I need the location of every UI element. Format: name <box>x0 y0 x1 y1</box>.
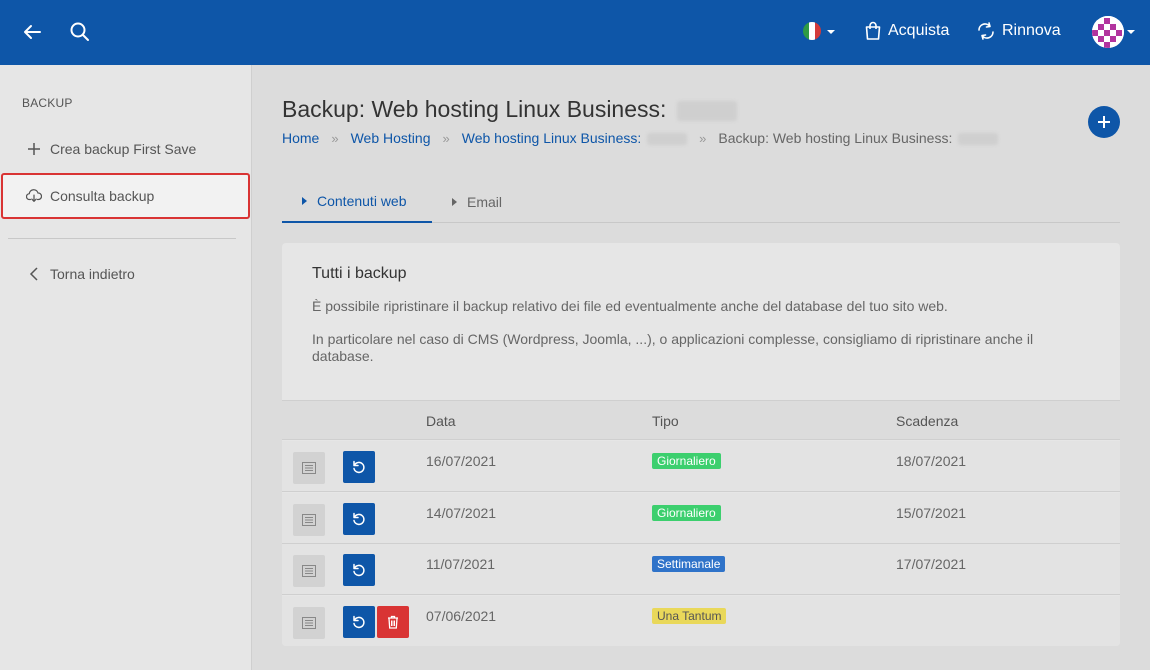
renew-label: Rinnova <box>1002 22 1061 39</box>
breadcrumb-home[interactable]: Home <box>282 130 319 146</box>
sidebar-item-label: Crea backup First Save <box>50 141 197 157</box>
sidebar-item-label: Consulta backup <box>50 188 155 204</box>
delete-button[interactable] <box>377 605 409 638</box>
plus-icon <box>26 141 42 157</box>
restore-button[interactable] <box>343 502 375 535</box>
sidebar-divider <box>8 238 236 239</box>
shopping-bag-icon <box>865 21 881 40</box>
search-icon[interactable] <box>68 20 92 44</box>
backup-expiry: 18/07/2021 <box>896 453 967 469</box>
backup-card: Tutti i backup È possibile ripristinare … <box>282 243 1120 646</box>
renew-button[interactable]: Rinnova <box>976 20 1061 42</box>
sidebar-item-view-backups[interactable]: Consulta backup <box>1 173 250 219</box>
breadcrumb-web-hosting[interactable]: Web Hosting <box>351 130 431 146</box>
sidebar-heading: BACKUP <box>22 96 73 110</box>
restore-icon <box>351 511 367 527</box>
italy-flag-icon[interactable] <box>803 22 821 40</box>
table-row: 07/06/2021 Una Tantum <box>282 595 1120 646</box>
redacted-name <box>958 133 999 146</box>
play-icon <box>452 197 457 206</box>
card-note: In particolare nel caso di CMS (Wordpres… <box>312 331 1034 364</box>
backup-date: 07/06/2021 <box>426 607 497 624</box>
redacted-name <box>647 133 688 146</box>
plus-icon <box>1098 116 1110 128</box>
tabs: Contenuti web Email <box>282 180 1120 223</box>
list-icon <box>302 513 316 526</box>
backup-expiry: 17/07/2021 <box>896 556 967 572</box>
details-button[interactable] <box>293 503 325 536</box>
account-caret-icon[interactable] <box>1127 30 1135 34</box>
backup-expiry: 15/07/2021 <box>896 504 967 521</box>
list-icon <box>302 462 316 474</box>
add-button[interactable] <box>1088 106 1120 138</box>
breadcrumb-separator: » <box>699 130 707 146</box>
backup-type-badge: Settimanale <box>652 556 726 572</box>
list-icon <box>302 565 316 577</box>
play-icon <box>302 196 307 205</box>
tab-web-content[interactable]: Contenuti web <box>282 180 432 223</box>
restore-icon <box>351 562 367 578</box>
restore-button[interactable] <box>343 605 375 638</box>
details-button[interactable] <box>293 606 325 639</box>
card-description: È possibile ripristinare il backup relat… <box>312 298 948 314</box>
restore-icon <box>351 614 367 630</box>
buy-label: Acquista <box>888 22 950 39</box>
backup-type-badge: Giornaliero <box>652 504 721 521</box>
list-icon <box>302 616 316 629</box>
buy-button[interactable]: Acquista <box>864 20 949 42</box>
column-expiry: Scadenza <box>896 413 959 429</box>
breadcrumb: Home » Web Hosting » Web hosting Linux B… <box>282 130 999 146</box>
sidebar-item-label: Torna indietro <box>50 266 135 282</box>
renew-icon <box>978 22 994 40</box>
table-row: 11/07/2021 Settimanale 17/07/2021 <box>282 544 1120 595</box>
table-row: 16/07/2021 Giornaliero 18/07/2021 <box>282 441 1120 492</box>
restore-button[interactable] <box>343 451 375 483</box>
details-button[interactable] <box>293 555 325 587</box>
restore-button[interactable] <box>343 554 375 586</box>
details-button[interactable] <box>293 452 325 484</box>
backup-type-badge: Giornaliero <box>652 453 721 469</box>
top-bar: Acquista Rinnova <box>0 0 1150 65</box>
backup-type-badge: Una Tantum <box>652 607 727 624</box>
table-row: 14/07/2021 Giornaliero 15/07/2021 <box>282 492 1120 544</box>
table-header: Data Tipo Scadenza <box>282 400 1120 440</box>
sidebar: BACKUP Crea backup First Save Consulta b… <box>0 65 252 670</box>
tab-email[interactable]: Email <box>452 180 502 223</box>
redacted-name <box>676 100 737 121</box>
column-type: Tipo <box>652 413 679 429</box>
sidebar-item-go-back[interactable]: Torna indietro <box>0 251 250 297</box>
restore-icon <box>351 459 367 475</box>
page-title: Backup: Web hosting Linux Business: <box>282 96 737 123</box>
sidebar-item-create-backup[interactable]: Crea backup First Save <box>0 126 250 172</box>
language-caret-icon[interactable] <box>827 30 835 34</box>
avatar[interactable] <box>1092 16 1124 48</box>
back-arrow-icon[interactable] <box>20 20 44 44</box>
backup-date: 14/07/2021 <box>426 504 497 521</box>
breadcrumb-current: Backup: Web hosting Linux Business: <box>718 130 999 146</box>
cloud-download-icon <box>26 188 42 204</box>
breadcrumb-separator: » <box>442 130 450 146</box>
backup-date: 11/07/2021 <box>426 556 496 572</box>
column-date: Data <box>426 413 456 429</box>
backup-date: 16/07/2021 <box>426 453 497 469</box>
card-title: Tutti i backup <box>312 265 407 282</box>
breadcrumb-separator: » <box>331 130 339 146</box>
breadcrumb-hosting-plan[interactable]: Web hosting Linux Business: <box>462 130 688 146</box>
chevron-left-icon <box>26 266 42 282</box>
trash-icon <box>387 615 399 629</box>
